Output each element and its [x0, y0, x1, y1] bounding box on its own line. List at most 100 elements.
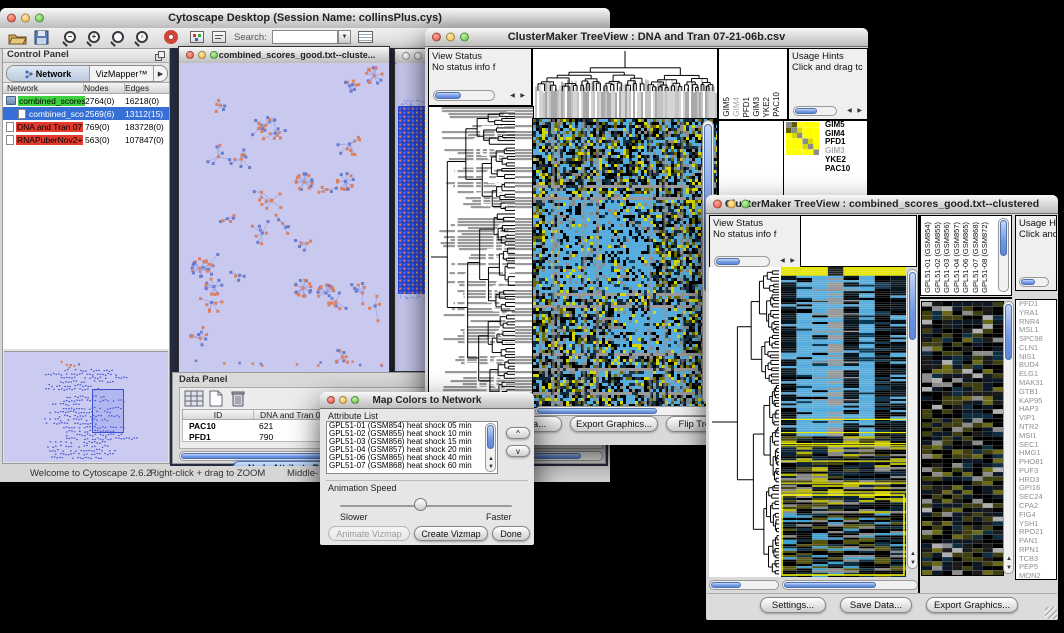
usage-hints-scroll-pill[interactable]	[1021, 279, 1035, 285]
treeview1-zoom-matrix-canvas[interactable]	[786, 122, 819, 155]
dialog-titlebar[interactable]: Map Colors to Network	[320, 392, 534, 409]
vizmapper-icon[interactable]	[190, 31, 204, 43]
network-frame1-titlebar[interactable]: combined_scores_good.txt--cluste...	[179, 47, 389, 64]
zoom-fit-icon[interactable]: ▫	[136, 31, 148, 43]
view-status-scrollbar[interactable]	[433, 90, 495, 101]
animate-vizmap-button[interactable]: Animate Vizmap	[328, 526, 410, 541]
done-button[interactable]: Done	[492, 526, 530, 541]
network-view1-canvas[interactable]	[179, 63, 389, 369]
zoom-button[interactable]	[460, 33, 469, 42]
scroll-up-icon[interactable]: ▲	[910, 551, 916, 557]
create-vizmap-button[interactable]: Create Vizmap	[414, 526, 488, 541]
network-row[interactable]: DNA and Tran 07 769(0) 183728(0)	[3, 120, 169, 133]
network-overview-canvas[interactable]	[4, 351, 168, 462]
scroll-down-icon[interactable]: ▼	[910, 560, 916, 566]
minimize-button[interactable]	[446, 33, 455, 42]
usage-hints-scroll-pill[interactable]	[795, 108, 817, 114]
minimize-button[interactable]	[727, 200, 736, 209]
network-name: DNA and Tran 07	[16, 122, 85, 132]
tab-vizmapper[interactable]: VizMapper™	[90, 66, 154, 81]
network-row[interactable]: RNAPuberNov2+ 563(0) 107847(0)	[3, 133, 169, 146]
close-button[interactable]	[327, 396, 335, 404]
search-input[interactable]	[272, 30, 338, 44]
help-icon[interactable]	[164, 30, 178, 44]
scroll-arrows-icon[interactable]: ◀ ▶	[510, 92, 527, 99]
move-down-button[interactable]: v	[506, 445, 530, 457]
close-button[interactable]	[186, 51, 194, 59]
close-button[interactable]	[713, 200, 722, 209]
treeview2-gtr-hscroll-pill[interactable]	[711, 582, 741, 588]
scroll-up-icon[interactable]: ▲	[1006, 556, 1012, 562]
attribute-list-item[interactable]: GPL51-07 (GSM868) heat shock 60 min	[327, 462, 497, 470]
search-dropdown-button[interactable]: ▼	[338, 30, 351, 44]
new-document-icon[interactable]	[208, 390, 224, 407]
close-button[interactable]	[7, 14, 16, 23]
treeview1-gene-dendrogram-canvas[interactable]	[428, 106, 534, 408]
treeview2-titlebar[interactable]: ClusterMaker TreeView : combined_scores_…	[706, 195, 1058, 214]
treeview1-titlebar[interactable]: ClusterMaker TreeView : DNA and Tran 07-…	[425, 28, 868, 47]
view-status-scroll-pill[interactable]	[716, 258, 740, 265]
zoom-button[interactable]	[35, 14, 44, 23]
tab-overflow-button[interactable]: ▶	[154, 66, 167, 81]
view-status-scrollbar[interactable]	[714, 256, 770, 267]
usage-hints-scrollbar[interactable]	[793, 106, 837, 116]
gene-label[interactable]: MON2	[1019, 572, 1056, 580]
array-labels-scroll-pill[interactable]	[1000, 220, 1007, 256]
treeview2-gtr-hscroll[interactable]	[709, 580, 779, 590]
settings-button[interactable]: Settings...	[760, 597, 826, 613]
treeview2-gene-dendrogram-canvas[interactable]	[709, 267, 781, 577]
scroll-arrows-icon[interactable]: ◀ ▶	[780, 257, 797, 264]
export-graphics-button[interactable]: Export Graphics...	[570, 416, 658, 432]
tab-network[interactable]: Network	[7, 66, 90, 81]
treeview2-zoom-vscroll[interactable]: ▲ ▼	[1003, 301, 1014, 574]
treeview2-vscroll[interactable]: ▲ ▼	[907, 269, 918, 569]
treeview2-vscroll-pill[interactable]	[909, 272, 916, 340]
minimize-button[interactable]	[21, 14, 30, 23]
treeview2-heatmap-canvas[interactable]	[781, 267, 906, 577]
export-graphics-button[interactable]: Export Graphics...	[926, 597, 1018, 613]
zoom-in-icon[interactable]: +	[88, 31, 100, 43]
move-up-button[interactable]: ^	[506, 427, 530, 439]
open-file-icon[interactable]	[8, 31, 27, 45]
treeview1-heat-hscroll-pill[interactable]	[537, 408, 657, 414]
close-button[interactable]	[432, 33, 441, 42]
annotation-icon[interactable]	[212, 31, 226, 43]
zoom-selected-icon[interactable]	[112, 31, 124, 43]
minimize-button[interactable]	[414, 52, 422, 60]
view-status-scroll-pill[interactable]	[435, 92, 461, 99]
scroll-down-icon[interactable]: ▼	[488, 464, 494, 470]
zoom-button[interactable]	[351, 396, 359, 404]
treeview2-zoom-heatmap-canvas[interactable]	[921, 301, 1004, 576]
network-row[interactable]: combined_scores_ 2764(0) 16218(0)	[3, 94, 169, 107]
attribute-list-scroll-pill[interactable]	[487, 425, 494, 449]
treeview1-heat-hscroll[interactable]	[535, 406, 714, 416]
scroll-up-icon[interactable]: ▲	[488, 456, 494, 462]
attribute-list-scrollbar[interactable]: ▲ ▼	[485, 423, 496, 472]
array-labels-scrollbar[interactable]	[998, 218, 1009, 292]
zoom-out-icon[interactable]: –	[64, 31, 76, 43]
speed-slider-thumb[interactable]	[414, 498, 427, 511]
table-grid-icon[interactable]	[184, 390, 204, 407]
treeview2-heat-hscroll[interactable]	[782, 580, 918, 590]
close-button[interactable]	[402, 52, 410, 60]
main-titlebar[interactable]: Cytoscape Desktop (Session Name: collins…	[0, 8, 610, 29]
scroll-down-icon[interactable]: ▼	[1006, 565, 1012, 571]
minimize-button[interactable]	[198, 51, 206, 59]
treeview2-zoom-vscroll-pill[interactable]	[1005, 304, 1012, 360]
treeview1-heatmap-canvas[interactable]	[532, 118, 718, 408]
network-row[interactable]: combined_sco 2569(6) 13112(15)	[3, 107, 169, 120]
save-session-icon[interactable]	[34, 30, 49, 45]
trash-icon[interactable]	[230, 390, 246, 407]
resize-grip[interactable]	[1045, 607, 1057, 619]
minimize-button[interactable]	[339, 396, 347, 404]
treeview2-heat-hscroll-pill[interactable]	[784, 582, 876, 588]
attribute-table-icon[interactable]	[358, 31, 373, 43]
scroll-arrows-icon[interactable]: ◀ ▶	[847, 107, 864, 114]
zoom-button[interactable]	[210, 51, 218, 59]
usage-hints-scrollbar[interactable]	[1019, 277, 1049, 287]
network-edges-count: 13112(15)	[125, 109, 169, 119]
treeview1-array-dendrogram-canvas[interactable]	[532, 48, 718, 120]
save-data-button[interactable]: Save Data...	[840, 597, 912, 613]
float-panel-icon[interactable]	[155, 51, 165, 61]
zoom-button[interactable]	[741, 200, 750, 209]
